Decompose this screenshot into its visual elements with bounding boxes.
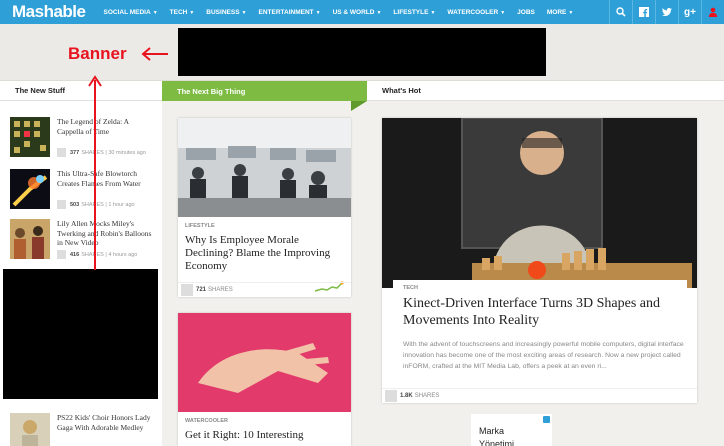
story-thumbnail[interactable] bbox=[10, 169, 50, 209]
article-card[interactable]: LIFESTYLE Why Is Employee Morale Declini… bbox=[178, 118, 351, 297]
new-stuff-column: The Legend of Zelda: A Cappella of Time … bbox=[0, 101, 162, 446]
article-category[interactable]: WATERCOOLER bbox=[185, 418, 228, 424]
nav-business[interactable]: BUSINESS ▼ bbox=[206, 9, 246, 16]
twitter-icon[interactable] bbox=[655, 0, 678, 24]
mashable-logo[interactable]: Mashable bbox=[12, 2, 86, 22]
nav-entertainment[interactable]: ENTERTAINMENT ▼ bbox=[258, 9, 320, 16]
article-footer: 1.8K SHARES bbox=[382, 388, 697, 403]
nav-us-world[interactable]: US & WORLD ▼ bbox=[333, 9, 382, 16]
article-image[interactable] bbox=[178, 313, 351, 412]
share-icon[interactable] bbox=[181, 284, 193, 296]
story-thumbnail[interactable] bbox=[10, 219, 50, 259]
share-icon[interactable] bbox=[57, 148, 66, 157]
article-excerpt: With the advent of touchscreens and incr… bbox=[403, 341, 684, 370]
annotation-arrow-left bbox=[141, 47, 168, 61]
hot-article-card[interactable]: TECH Kinect-Driven Interface Turns 3D Sh… bbox=[382, 118, 697, 403]
story-thumbnail[interactable] bbox=[10, 117, 50, 157]
sidebar-ad[interactable] bbox=[3, 269, 158, 399]
share-icon[interactable] bbox=[57, 200, 66, 209]
ad-text: Yönetimi bbox=[479, 439, 515, 446]
story-title[interactable]: This Ultra-Safe Blowtorch Creates Flames… bbox=[57, 169, 157, 188]
article-category[interactable]: TECH bbox=[403, 285, 418, 291]
search-icon[interactable] bbox=[609, 0, 632, 24]
story-title[interactable]: The Legend of Zelda: A Cappella of Time bbox=[57, 117, 157, 136]
header-next-big-thing: The Next Big Thing bbox=[162, 81, 367, 101]
article-image[interactable] bbox=[178, 118, 351, 217]
story-thumbnail[interactable] bbox=[10, 413, 50, 446]
article-footer: 721 SHARES bbox=[178, 282, 351, 297]
nav-more[interactable]: MORE ▼ bbox=[547, 9, 573, 16]
nav-tech[interactable]: TECH ▼ bbox=[170, 9, 195, 16]
nav-social-media[interactable]: SOCIAL MEDIA ▼ bbox=[103, 9, 157, 16]
nav-lifestyle[interactable]: LIFESTYLE ▼ bbox=[393, 9, 435, 16]
header-new-stuff: The New Stuff bbox=[0, 81, 162, 101]
hot-article-body: TECH Kinect-Driven Interface Turns 3D Sh… bbox=[393, 280, 687, 403]
article-headline[interactable]: Why Is Employee Morale Declining? Blame … bbox=[185, 234, 345, 273]
nav-watercooler[interactable]: WATERCOOLER ▼ bbox=[447, 9, 505, 16]
share-icon[interactable] bbox=[57, 250, 66, 259]
header-whats-hot: What's Hot bbox=[367, 81, 724, 101]
article-image[interactable] bbox=[382, 118, 697, 288]
article-headline[interactable]: Kinect-Driven Interface Turns 3D Shapes … bbox=[403, 295, 693, 329]
story-title[interactable]: PS22 Kids' Choir Honors Lady Gaga With A… bbox=[57, 413, 157, 432]
banner-ad[interactable] bbox=[178, 28, 546, 76]
article-headline[interactable]: Get it Right: 10 Interesting bbox=[185, 429, 345, 442]
story-title[interactable]: Lily Allen Mocks Miley's Twerking and Ro… bbox=[57, 219, 157, 248]
header-fold bbox=[351, 101, 367, 111]
adchoices-icon[interactable] bbox=[543, 416, 550, 423]
share-icon[interactable] bbox=[385, 390, 397, 402]
facebook-icon[interactable] bbox=[632, 0, 655, 24]
nav-jobs[interactable]: JOBS bbox=[517, 9, 535, 16]
banner-annotation-label: Banner bbox=[68, 44, 127, 63]
small-ad[interactable]: Marka Yönetimi bbox=[471, 414, 552, 446]
article-category[interactable]: LIFESTYLE bbox=[185, 223, 215, 229]
user-icon[interactable] bbox=[701, 0, 724, 24]
article-card[interactable]: WATERCOOLER Get it Right: 10 Interesting bbox=[178, 313, 351, 446]
google-plus-icon[interactable]: g+ bbox=[678, 0, 701, 24]
ad-text: Marka bbox=[479, 426, 505, 436]
annotation-arrow-up bbox=[88, 75, 102, 270]
top-nav: Mashable SOCIAL MEDIA ▼ TECH ▼ BUSINESS ▼ E… bbox=[0, 0, 724, 24]
